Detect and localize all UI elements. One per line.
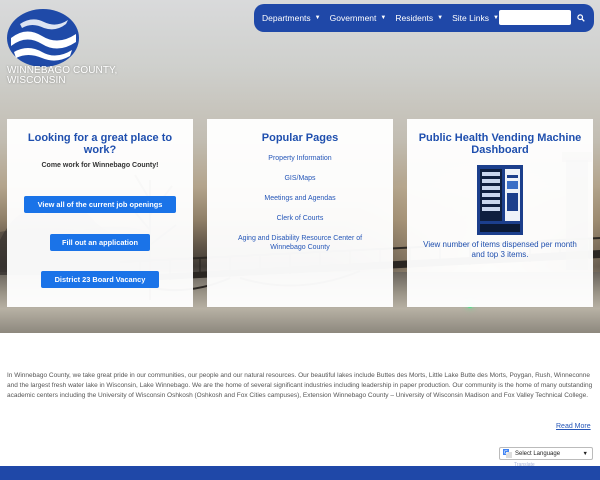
popular-pages-title: Popular Pages: [261, 132, 339, 144]
popular-links: Property Information GIS/Maps Meetings a…: [207, 154, 393, 252]
main-nav: Departments ▼ Government ▼ Residents ▼ Site…: [254, 4, 594, 32]
link-property-information[interactable]: Property Information: [207, 154, 393, 163]
jobs-card-title: Looking for a great place to work?: [27, 132, 173, 156]
view-job-openings-button[interactable]: View all of the current job openings: [24, 196, 176, 213]
public-health-title[interactable]: Public Health Vending Machine Dashboard: [407, 132, 593, 156]
public-health-description[interactable]: View number of items dispensed per month…: [417, 240, 583, 260]
search-input[interactable]: [499, 10, 571, 25]
vending-machine-image[interactable]: [477, 165, 523, 235]
nav-government-label: Government: [329, 13, 377, 23]
nav-site-links[interactable]: Site Links ▼: [452, 13, 499, 23]
language-select[interactable]: G Select Language ▼: [499, 447, 593, 460]
public-health-card: Public Health Vending Machine Dashboard …: [407, 119, 593, 307]
fill-application-button[interactable]: Fill out an application: [50, 234, 150, 251]
chevron-down-icon: ▼: [314, 15, 321, 21]
language-select-label: Select Language: [515, 450, 561, 457]
chevron-down-icon: ▼: [380, 15, 387, 21]
county-name-line2: WISCONSIN: [7, 74, 66, 86]
county-name[interactable]: WINNEBAGO COUNTY, WISCONSIN: [7, 66, 117, 85]
link-clerk-of-courts[interactable]: Clerk of Courts: [207, 214, 393, 223]
intro-paragraph: In Winnebago County, we take great pride…: [7, 372, 593, 399]
google-translate-icon: G: [503, 449, 512, 458]
jobs-card: Looking for a great place to work? Come …: [7, 119, 193, 307]
chevron-down-icon: ▼: [437, 15, 444, 21]
footer-bar: [0, 466, 600, 480]
search-button[interactable]: [573, 10, 589, 25]
page: WINNEBAGO COUNTY, WISCONSIN Departments ▼…: [0, 0, 600, 480]
jobs-card-subtitle: Come work for Winnebago County!: [41, 162, 159, 169]
link-gis-maps[interactable]: GIS/Maps: [207, 174, 393, 183]
svg-text:G: G: [504, 450, 508, 456]
link-meetings-agendas[interactable]: Meetings and Agendas: [207, 194, 393, 203]
link-adrc[interactable]: Aging and Disability Resource Center of …: [207, 234, 393, 252]
nav-government[interactable]: Government ▼: [330, 13, 387, 23]
nav-departments-label: Departments: [262, 13, 311, 23]
read-more-link[interactable]: Read More: [556, 423, 591, 430]
nav-residents-label: Residents: [395, 13, 434, 23]
translate-caption: Translate: [514, 462, 535, 468]
popular-pages-card: Popular Pages Property Information GIS/M…: [207, 119, 393, 307]
search-icon: [577, 13, 585, 22]
nav-site-links-label: Site Links: [452, 13, 489, 23]
logo-waves-icon[interactable]: [6, 8, 82, 68]
nav-residents[interactable]: Residents ▼: [395, 13, 443, 23]
nav-departments[interactable]: Departments ▼: [262, 13, 321, 23]
board-vacancy-button[interactable]: District 23 Board Vacancy: [41, 271, 159, 288]
chevron-down-icon: ▼: [582, 450, 588, 457]
